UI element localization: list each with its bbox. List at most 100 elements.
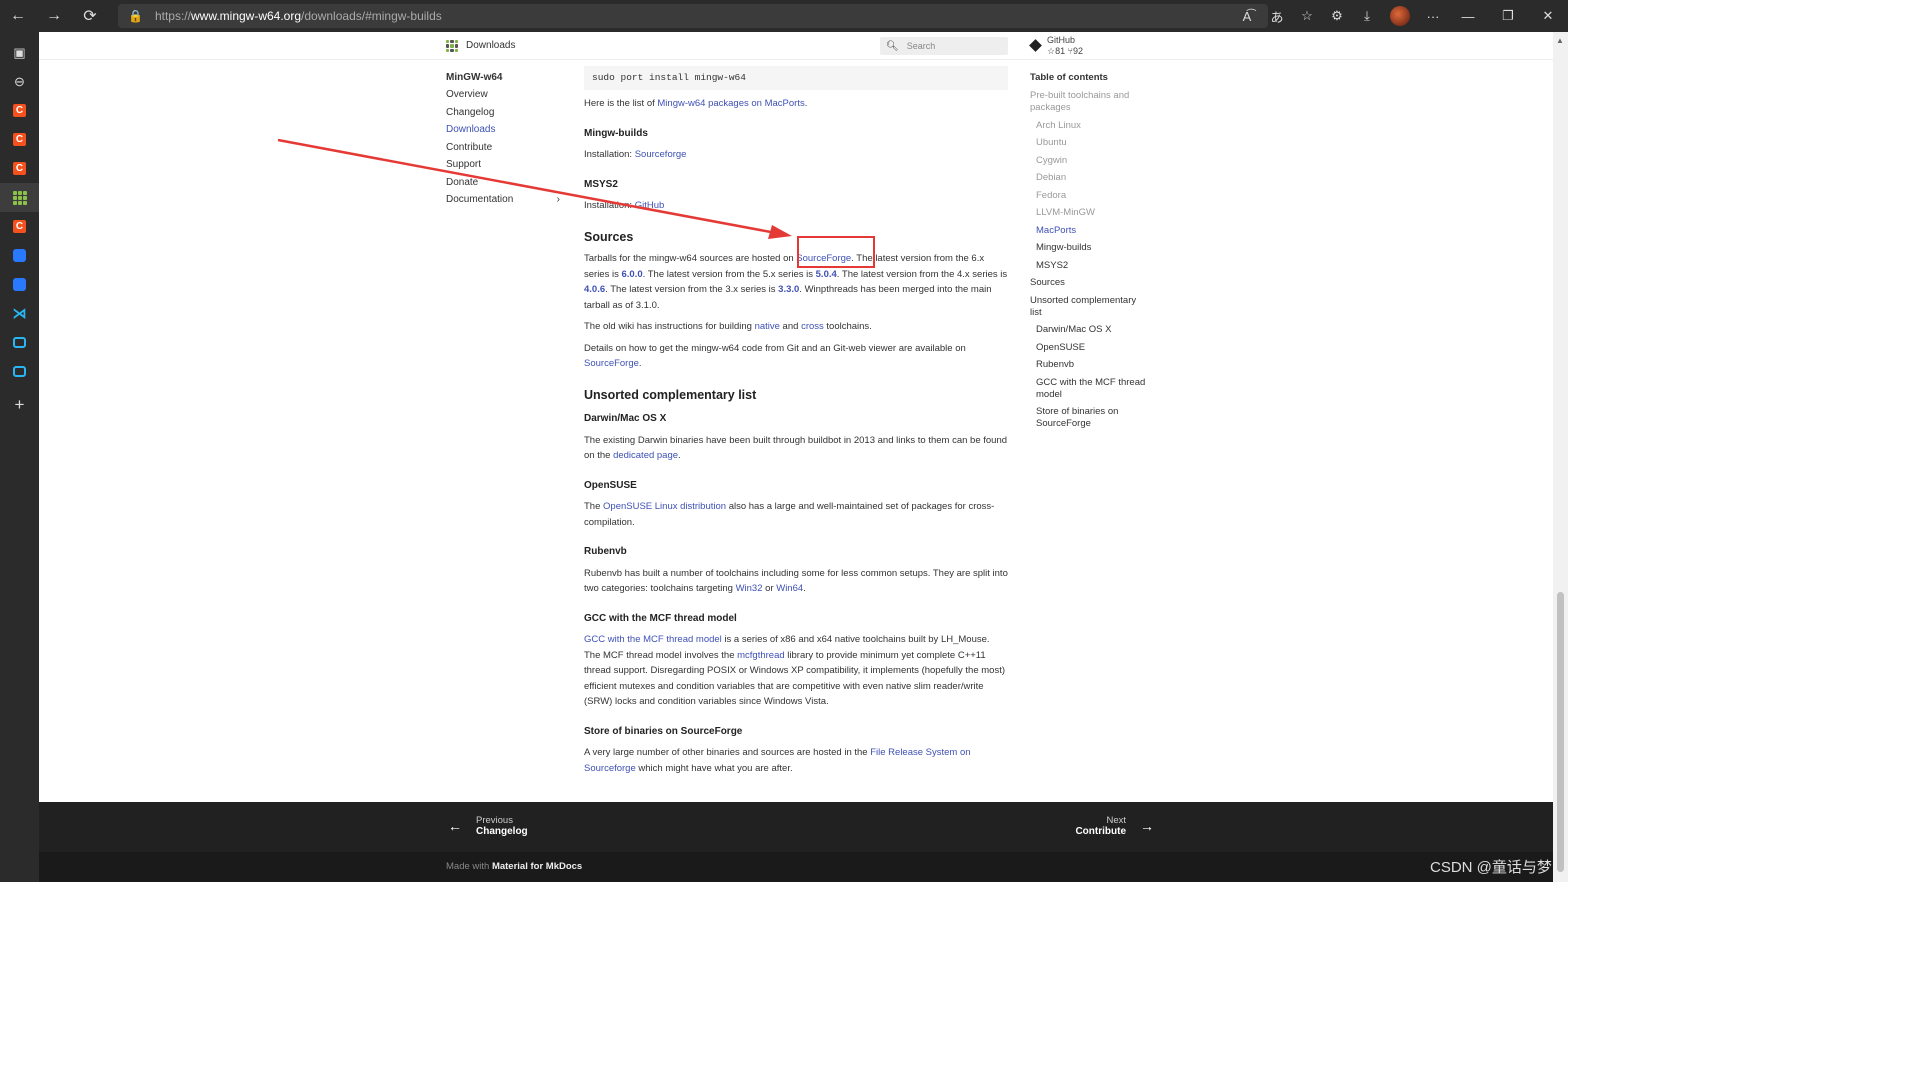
footer-meta: Made with Material for MkDocs bbox=[39, 852, 1553, 882]
toc-item[interactable]: Mingw-builds bbox=[1030, 242, 1150, 254]
scrollbar-thumb[interactable] bbox=[1557, 592, 1564, 872]
arrow-right-icon: → bbox=[1140, 818, 1154, 834]
footer-navigation: ← Previous Changelog Next Contribute → bbox=[39, 802, 1553, 852]
sources-heading: Sources bbox=[584, 229, 634, 244]
url-host: www.mingw-w64.org bbox=[190, 9, 302, 23]
store-paragraph: A very large number of other binaries an… bbox=[584, 747, 971, 774]
restore-icon[interactable]: ❐ bbox=[1488, 0, 1528, 32]
translate-icon[interactable]: あ bbox=[1262, 0, 1292, 32]
nav-item-documentation[interactable]: Documentation › bbox=[446, 194, 560, 212]
profile-avatar[interactable] bbox=[1390, 6, 1410, 26]
vertical-tabs-sidebar: ▣ ⊖ C C C C ⋊ + bbox=[0, 32, 39, 882]
vscode-icon: ⋊ bbox=[12, 305, 27, 321]
favorite-icon[interactable]: ☆ bbox=[1292, 0, 1322, 32]
read-aloud-icon[interactable]: A͡ bbox=[1232, 0, 1262, 32]
baidu-icon bbox=[13, 249, 26, 262]
opensuse-paragraph: The OpenSUSE Linux distribution also has… bbox=[584, 501, 995, 528]
version-3-link[interactable]: 3.3.0 bbox=[778, 284, 799, 295]
native-link[interactable]: native bbox=[755, 321, 780, 332]
tab-csdn-3[interactable]: C bbox=[0, 154, 39, 183]
primary-nav: MinGW-w64 Overview Changelog Downloads C… bbox=[446, 72, 560, 212]
download-icon[interactable]: ⤓ bbox=[1352, 0, 1382, 32]
git-sourceforge-link[interactable]: SourceForge bbox=[584, 358, 639, 369]
toc-item[interactable]: Rubenvb bbox=[1030, 359, 1150, 371]
mcf-link[interactable]: GCC with the MCF thread model bbox=[584, 634, 722, 645]
tab-csdn-2[interactable]: C bbox=[0, 125, 39, 154]
version-4-link[interactable]: 4.0.6 bbox=[584, 284, 605, 295]
toc-item[interactable]: Ubuntu bbox=[1030, 137, 1150, 149]
nav-item-contribute[interactable]: Contribute bbox=[446, 142, 560, 160]
extensions-icon[interactable]: ⚙ bbox=[1322, 0, 1352, 32]
nav-item-downloads[interactable]: Downloads bbox=[446, 124, 560, 142]
tab-bilibili-2[interactable] bbox=[0, 357, 39, 386]
toc-item[interactable]: Fedora bbox=[1030, 190, 1150, 202]
tab-icon[interactable]: ⊖ bbox=[0, 67, 39, 96]
win32-link[interactable]: Win32 bbox=[736, 583, 763, 594]
macports-link[interactable]: Mingw-w64 packages on MacPorts bbox=[657, 98, 804, 109]
github-repo-link[interactable]: GitHub ☆81 ⑂92 bbox=[1047, 35, 1083, 57]
toc-item[interactable]: Sources bbox=[1030, 277, 1150, 289]
toc-item[interactable]: Pre-built toolchains and packages bbox=[1030, 90, 1150, 114]
previous-page-link[interactable]: ← Previous Changelog bbox=[446, 815, 528, 837]
page-scrollbar[interactable]: ▲ bbox=[1553, 32, 1568, 882]
chevron-right-icon: › bbox=[556, 194, 560, 205]
mcf-paragraph: GCC with the MCF thread model is a serie… bbox=[584, 634, 1005, 707]
wiki-paragraph: The old wiki has instructions for buildi… bbox=[584, 321, 872, 332]
toc-item[interactable]: Arch Linux bbox=[1030, 120, 1150, 132]
sources-paragraph: Tarballs for the mingw-w64 sources are h… bbox=[584, 253, 1008, 311]
win64-link[interactable]: Win64 bbox=[776, 583, 803, 594]
toc-item[interactable]: Debian bbox=[1030, 172, 1150, 184]
table-of-contents: Table of contents Pre-built toolchains a… bbox=[1030, 72, 1150, 436]
forward-icon[interactable]: → bbox=[36, 0, 72, 32]
version-6-link[interactable]: 6.0.0 bbox=[621, 269, 642, 280]
toc-item[interactable]: LLVM-MinGW bbox=[1030, 207, 1150, 219]
tab-csdn-1[interactable]: C bbox=[0, 96, 39, 125]
toc-item[interactable]: OpenSUSE bbox=[1030, 342, 1150, 354]
nav-item-support[interactable]: Support bbox=[446, 159, 560, 177]
tab-mingw[interactable] bbox=[0, 183, 39, 212]
dedicated-page-link[interactable]: dedicated page bbox=[613, 450, 678, 461]
toc-item[interactable]: Unsorted complementary list bbox=[1030, 295, 1150, 319]
search-input[interactable]: 🔍︎ Search bbox=[880, 37, 1008, 55]
github-link[interactable]: GitHub bbox=[635, 200, 665, 211]
toc-item[interactable]: GCC with the MCF thread model bbox=[1030, 377, 1150, 401]
csdn-icon: C bbox=[13, 220, 26, 233]
close-icon[interactable]: ✕ bbox=[1528, 0, 1568, 32]
toc-item[interactable]: MSYS2 bbox=[1030, 260, 1150, 272]
mingw-logo-icon[interactable] bbox=[446, 40, 458, 52]
previous-title: Changelog bbox=[476, 826, 528, 837]
scroll-up-icon[interactable]: ▲ bbox=[1556, 36, 1564, 45]
back-icon[interactable]: ← bbox=[0, 0, 36, 32]
github-icon[interactable] bbox=[1029, 39, 1042, 52]
opensuse-link[interactable]: OpenSUSE Linux distribution bbox=[603, 501, 726, 512]
nav-item-overview[interactable]: Overview bbox=[446, 89, 560, 107]
tab-bilibili-1[interactable] bbox=[0, 328, 39, 357]
toc-item[interactable]: Store of binaries on SourceForge bbox=[1030, 406, 1150, 430]
sourceforge-link[interactable]: Sourceforge bbox=[635, 149, 687, 160]
nav-item-changelog[interactable]: Changelog bbox=[446, 107, 560, 125]
more-icon[interactable]: ··· bbox=[1418, 0, 1448, 32]
toc-item[interactable]: Darwin/Mac OS X bbox=[1030, 324, 1150, 336]
tab-csdn-4[interactable]: C bbox=[0, 212, 39, 241]
mcfgthread-link[interactable]: mcfgthread bbox=[737, 650, 785, 661]
tab-vscode[interactable]: ⋊ bbox=[0, 299, 39, 328]
tab-baidu-2[interactable] bbox=[0, 270, 39, 299]
address-bar[interactable]: 🔒 https://www.mingw-w64.org/downloads/#m… bbox=[118, 4, 1268, 28]
code-block: sudo port install mingw-w64 bbox=[584, 66, 1008, 90]
cross-link[interactable]: cross bbox=[801, 321, 824, 332]
toc-item[interactable]: MacPorts bbox=[1030, 225, 1150, 237]
toc-item[interactable]: Cygwin bbox=[1030, 155, 1150, 167]
minimize-icon[interactable]: — bbox=[1448, 0, 1488, 32]
next-page-link[interactable]: Next Contribute → bbox=[1075, 815, 1156, 837]
refresh-icon[interactable]: ⟳ bbox=[72, 0, 108, 32]
made-with-text: Made with bbox=[446, 861, 492, 872]
baidu-icon bbox=[13, 278, 26, 291]
tab-actions-icon[interactable]: ▣ bbox=[0, 38, 39, 67]
new-tab-icon[interactable]: + bbox=[0, 390, 39, 419]
nav-item-donate[interactable]: Donate bbox=[446, 177, 560, 195]
nav-title: MinGW-w64 bbox=[446, 72, 503, 83]
version-5-link[interactable]: 5.0.4 bbox=[816, 269, 837, 280]
github-label: GitHub bbox=[1047, 35, 1076, 45]
mkdocs-link[interactable]: Material for MkDocs bbox=[492, 861, 582, 872]
tab-baidu-1[interactable] bbox=[0, 241, 39, 270]
